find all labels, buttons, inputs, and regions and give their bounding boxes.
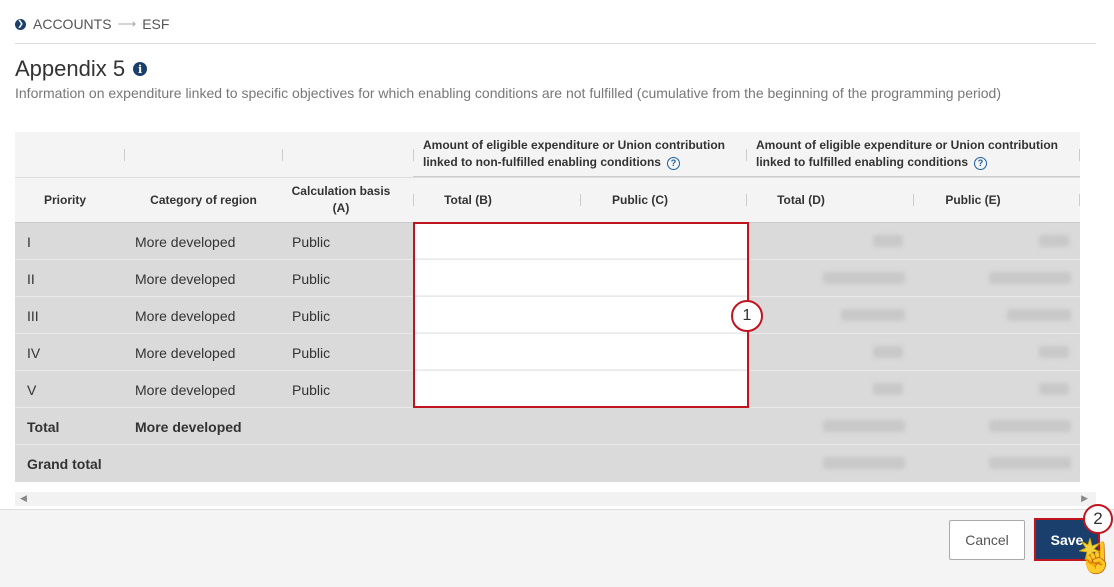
public-e-value xyxy=(1039,383,1069,395)
total-d-value xyxy=(873,346,903,358)
cell-category: More developed xyxy=(135,381,236,398)
callout-badge-1: 1 xyxy=(731,300,763,332)
total-d-value xyxy=(841,309,905,321)
table-row-total: Total More developed xyxy=(15,408,1080,445)
group-header-non-fulfilled: Amount of eligible expenditure or Union … xyxy=(423,138,725,170)
help-icon[interactable]: ? xyxy=(974,157,987,170)
header-separator xyxy=(1079,149,1080,161)
cell-total-category: More developed xyxy=(135,418,242,435)
page-title: Appendix 5 xyxy=(15,56,126,81)
cell-category: More developed xyxy=(135,344,236,361)
header-separator xyxy=(1079,194,1080,206)
public-e-value xyxy=(989,457,1071,469)
col-category[interactable]: Category of region xyxy=(130,178,277,222)
scroll-left-icon[interactable]: ◀ xyxy=(20,493,27,504)
table-row-grand-total: Grand total xyxy=(15,445,1080,482)
col-total-d[interactable]: Total (D) xyxy=(746,178,856,222)
col-public-e[interactable]: Public (E) xyxy=(913,178,1033,222)
header-separator xyxy=(746,149,747,161)
help-icon[interactable]: ? xyxy=(666,157,680,170)
cell-basis: Public xyxy=(292,381,331,398)
cell-priority[interactable]: II xyxy=(27,260,35,297)
group-header-fulfilled: Amount of eligible expenditure or Union … xyxy=(756,138,1058,170)
cell-total-label: Total xyxy=(27,418,60,435)
table-group-header: Amount of eligible expenditure or Union … xyxy=(15,132,1080,177)
page-title-wrap: Appendix 5 i xyxy=(15,56,148,82)
total-d-value xyxy=(873,383,903,395)
public-e-value xyxy=(989,272,1071,284)
info-icon[interactable]: i xyxy=(133,62,148,76)
breadcrumb: ❯ ACCOUNTS ⟶ ESF xyxy=(15,16,169,32)
cell-priority[interactable]: IV xyxy=(27,334,40,371)
chevron-right-icon: ❯ xyxy=(15,18,26,30)
cell-basis: Public xyxy=(292,344,331,361)
col-calc-basis[interactable]: Calculation basis (A) xyxy=(289,178,393,222)
cell-basis: Public xyxy=(292,270,331,287)
public-e-value xyxy=(989,420,1071,432)
header-separator xyxy=(413,149,414,161)
header-separator xyxy=(282,149,283,161)
cell-priority[interactable]: III xyxy=(27,297,39,334)
breadcrumb-esf: ESF xyxy=(142,16,170,32)
public-e-value xyxy=(1007,309,1071,321)
callout-badge-2: 2 xyxy=(1083,504,1113,534)
table-column-header: Priority Category of region Calculation … xyxy=(15,177,1080,223)
cell-basis: Public xyxy=(292,233,331,250)
public-e-value xyxy=(1039,346,1069,358)
col-public-c[interactable]: Public (C) xyxy=(580,178,700,222)
public-e-value xyxy=(1039,235,1069,247)
breadcrumb-accounts[interactable]: ACCOUNTS xyxy=(33,16,112,32)
cell-category: More developed xyxy=(135,307,236,324)
scroll-right-icon[interactable]: ▶ xyxy=(1081,493,1088,504)
col-priority[interactable]: Priority xyxy=(15,178,115,222)
cell-category: More developed xyxy=(135,233,236,250)
cancel-button[interactable]: Cancel xyxy=(949,520,1025,560)
highlight-box xyxy=(413,222,749,408)
cell-priority[interactable]: V xyxy=(27,371,36,408)
horizontal-scrollbar[interactable]: ◀ ▶ xyxy=(15,492,1096,506)
cell-category: More developed xyxy=(135,270,236,287)
total-d-value xyxy=(873,235,903,247)
cell-priority[interactable]: I xyxy=(27,223,31,260)
arrow-right-icon: ⟶ xyxy=(117,16,137,31)
total-d-value xyxy=(823,272,905,284)
page-description: Information on expenditure linked to spe… xyxy=(15,85,1001,101)
total-d-value xyxy=(823,457,905,469)
col-total-b[interactable]: Total (B) xyxy=(413,178,523,222)
cell-grand-total-label: Grand total xyxy=(27,455,102,472)
total-d-value xyxy=(823,420,905,432)
cell-basis: Public xyxy=(292,307,331,324)
divider xyxy=(15,43,1096,44)
footer-bar xyxy=(0,509,1114,587)
header-separator xyxy=(124,149,125,161)
hand-cursor-icon: ☝ xyxy=(1078,542,1114,575)
